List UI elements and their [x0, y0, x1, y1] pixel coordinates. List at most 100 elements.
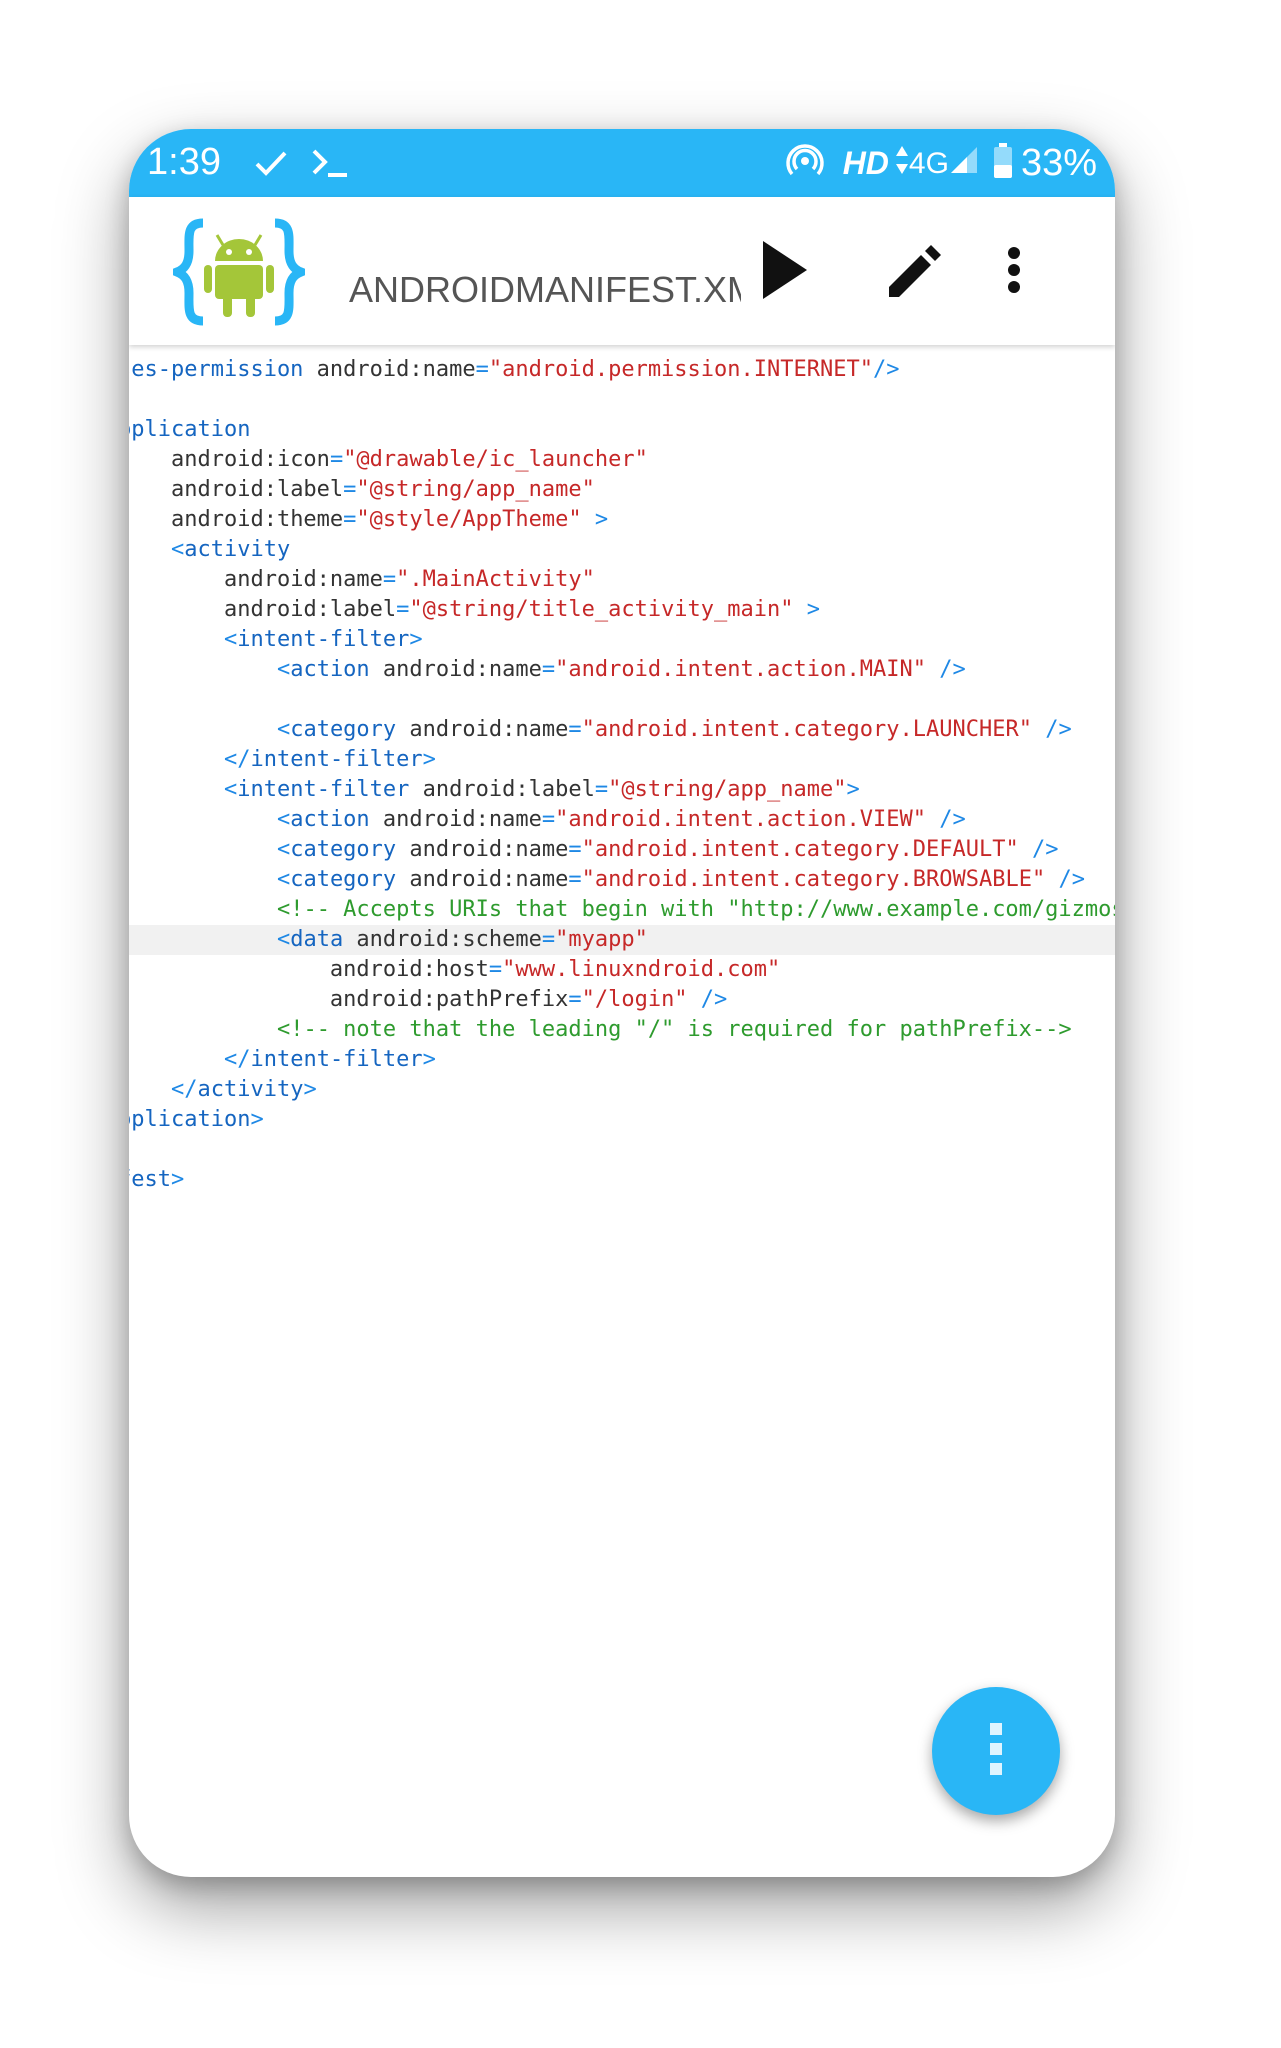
code-token: = [541, 927, 556, 952]
code-token: category [290, 717, 397, 742]
code-token: "/login" [581, 987, 688, 1012]
play-icon[interactable] [757, 235, 813, 310]
code-token: < [223, 777, 238, 802]
code-token: = [343, 507, 357, 532]
code-token: pplication [129, 1107, 251, 1132]
code-token: android:name [303, 357, 476, 382]
code-token: = [382, 567, 397, 592]
code-token: > [422, 1047, 436, 1072]
code-token: > [846, 777, 860, 802]
code-line: <category android:name="android.intent.c… [129, 715, 1115, 745]
app-bar: ANDROIDMANIFEST.XML [129, 197, 1115, 345]
code-token: intent-filter [237, 627, 410, 652]
code-token: "@string/app_name" [608, 777, 847, 802]
code-token: "android.intent.action.MAIN" [555, 657, 926, 682]
code-line: <action android:name="android.intent.act… [129, 655, 1115, 685]
code-token: < [276, 807, 291, 832]
code-line: android:name=".MainActivity" [129, 565, 1115, 595]
terminal-icon [311, 145, 351, 186]
code-token: < [170, 537, 185, 562]
code-token: category [290, 837, 397, 862]
more-vert-icon[interactable] [999, 235, 1029, 310]
app-logo-icon [164, 217, 314, 332]
code-token: > [250, 1107, 264, 1132]
code-token: </ [170, 1077, 198, 1102]
phone-screen: 1:39 HD 4G 33% ANDROIDMANIFEST.XML ses-p… [129, 129, 1115, 1877]
code-editor[interactable]: ses-permission android:name="android.per… [129, 347, 1115, 1877]
code-line: android:host="www.linuxndroid.com" [129, 955, 1115, 985]
code-token: android:name [369, 807, 542, 832]
code-line: <intent-filter android:label="@string/ap… [129, 775, 1115, 805]
code-token: "myapp" [555, 927, 648, 952]
code-token: "android.intent.category.LAUNCHER" [581, 717, 1032, 742]
code-line: <category android:name="android.intent.c… [129, 835, 1115, 865]
code-token: < [276, 657, 291, 682]
data-arrows-icon [895, 145, 909, 183]
code-token: android:icon [170, 447, 330, 472]
code-line: </intent-filter> [129, 1045, 1115, 1075]
status-right-group: HD 4G 33% [785, 141, 1097, 186]
code-line: <activity [129, 535, 1115, 565]
code-token: android:name [396, 837, 569, 862]
code-token: android:theme [170, 507, 344, 532]
code-token: fest [129, 1167, 171, 1192]
code-token: = [568, 987, 582, 1012]
code-token: "@string/title_activity_main" [409, 597, 794, 622]
code-token: = [396, 597, 410, 622]
fab-button[interactable] [932, 1687, 1060, 1815]
code-token: "www.linuxndroid.com" [502, 957, 781, 982]
code-token: > [170, 1167, 185, 1192]
code-line: </activity> [129, 1075, 1115, 1105]
code-token: "@drawable/ic_launcher" [343, 447, 648, 472]
code-line: android:pathPrefix="/login" /> [129, 985, 1115, 1015]
code-token: android:name [396, 717, 569, 742]
code-token: "@style/AppTheme" [356, 507, 582, 532]
code-line: android:label="@string/title_activity_ma… [129, 595, 1115, 625]
code-token: action [290, 657, 370, 682]
code-token: /> [926, 657, 966, 682]
code-token: intent-filter [250, 747, 423, 772]
code-token: data [290, 927, 344, 952]
code-token: = [568, 717, 582, 742]
code-token: activity [184, 537, 291, 562]
code-token: = [568, 867, 582, 892]
code-token: <!-- Accepts URIs that begin with "http:… [276, 897, 1115, 922]
code-token: "android.intent.category.DEFAULT" [581, 837, 1019, 862]
code-token: = [568, 837, 582, 862]
code-token: /> [1045, 867, 1085, 892]
code-token: < [276, 837, 291, 862]
code-token: > [793, 597, 821, 622]
code-token: </ [223, 1047, 251, 1072]
code-token: android:pathPrefix [329, 987, 569, 1012]
code-token: android:name [223, 567, 383, 592]
code-line: pplication> [129, 1105, 1115, 1135]
code-token: /> [1031, 717, 1072, 742]
code-token: < [223, 627, 238, 652]
code-line: <intent-filter> [129, 625, 1115, 655]
code-token: "@string/app_name" [356, 477, 595, 502]
check-icon [253, 145, 289, 186]
edit-pencil-icon[interactable] [881, 235, 945, 310]
code-token: < [276, 867, 291, 892]
code-line: <action android:name="android.intent.act… [129, 805, 1115, 835]
code-token: > [409, 627, 423, 652]
code-line: <data android:scheme="myapp" [129, 925, 1115, 955]
code-token: /> [926, 807, 966, 832]
code-token: pplication [129, 417, 251, 442]
code-token: "android.permission.INTERNET" [488, 357, 873, 382]
